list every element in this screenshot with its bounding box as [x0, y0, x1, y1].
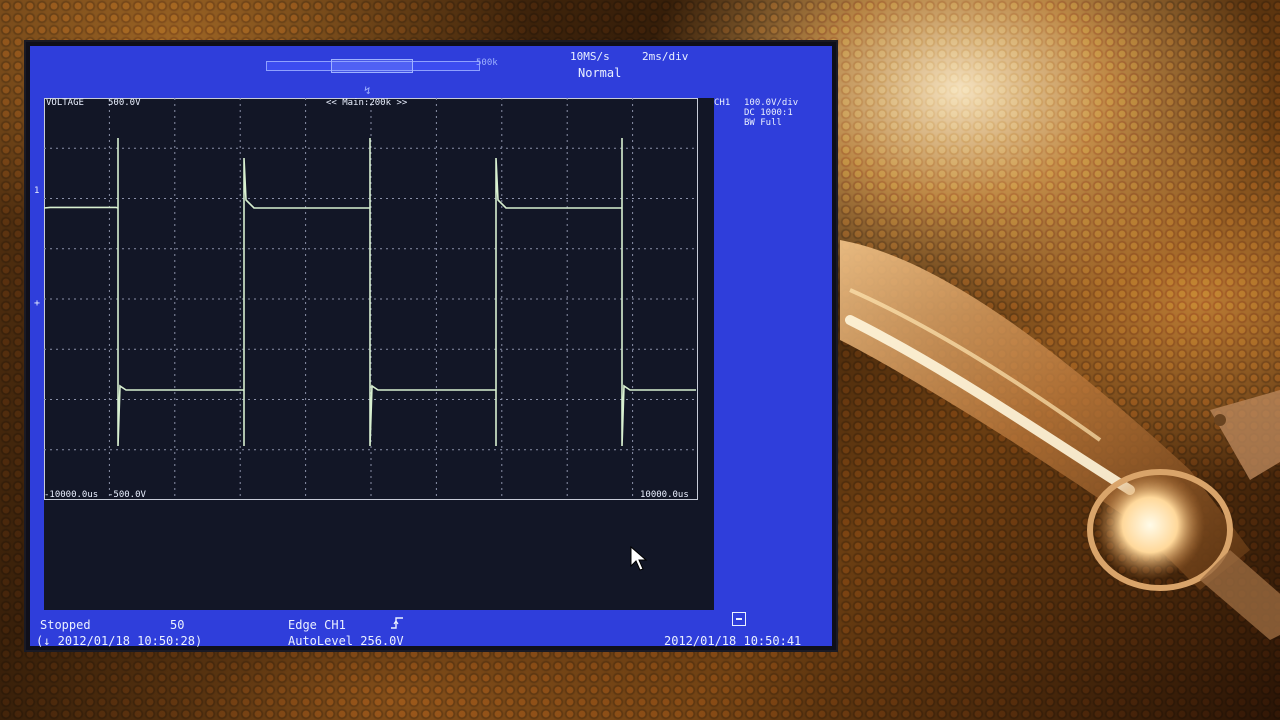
record-length-label: 500k	[476, 58, 498, 68]
right-display-strip	[698, 98, 714, 500]
channel-name: CH1	[714, 98, 731, 108]
zoom-window[interactable]	[331, 59, 413, 73]
channel-coupling: DC 1000:1	[744, 108, 793, 118]
rising-edge-icon	[390, 616, 404, 634]
oscilloscope-monitor: 500k ↯ 10MS/s 2ms/div Normal CH1 100.0V/…	[24, 40, 838, 652]
scale-bottom-label: -500.0V	[108, 490, 146, 500]
lamp-bulb-image	[840, 240, 1280, 640]
waveform-plot	[44, 98, 698, 500]
lower-display-area	[44, 500, 714, 610]
system-clock: 2012/01/18 10:50:41	[664, 634, 802, 648]
channel-bandwidth: BW Full	[744, 118, 782, 128]
scale-top-label: 500.0V	[108, 98, 141, 108]
waveform-title: VOLTAGE	[46, 98, 84, 108]
time-per-div: 2ms/div	[642, 50, 689, 63]
acquisition-timestamp: (↓ 2012/01/18 10:50:28)	[36, 634, 203, 648]
trigger-level: AutoLevel 256.0V	[288, 634, 404, 648]
acquisition-state: Stopped	[40, 618, 91, 632]
time-start-label: -10000.0us	[44, 490, 99, 500]
ground-marker-icon: +	[34, 298, 41, 309]
channel-volts-div: 100.0V/div	[744, 98, 799, 108]
time-end-label: 10000.0us	[640, 490, 689, 500]
mouse-pointer-icon	[630, 546, 648, 571]
trigger-source: Edge CH1	[288, 618, 346, 632]
printer-icon[interactable]	[732, 612, 746, 626]
main-record-label: << Main:200k >>	[326, 98, 408, 108]
channel-marker-icon: 1	[34, 186, 40, 196]
trigger-mode: Normal	[578, 66, 622, 80]
oscilloscope-screen: 500k ↯ 10MS/s 2ms/div Normal CH1 100.0V/…	[30, 46, 832, 648]
zoom-position-bar[interactable]	[266, 59, 480, 73]
acquisition-count: 50	[170, 618, 185, 632]
sample-rate: 10MS/s	[570, 50, 610, 63]
trigger-position-marker: ↯	[364, 84, 371, 97]
